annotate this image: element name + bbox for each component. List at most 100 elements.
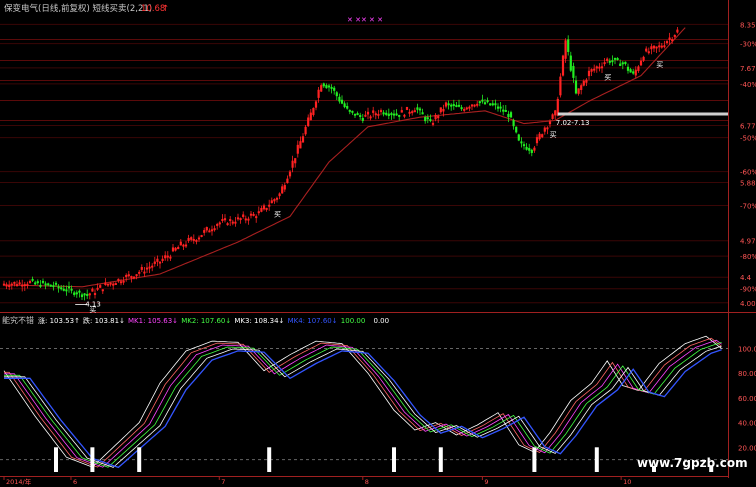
indicator-axis-label: 20.00: [738, 444, 756, 452]
candle-body: [301, 136, 305, 143]
candle-body: [486, 100, 489, 103]
price-axis-label: 6.77: [740, 123, 756, 131]
price-axis-label: 4.4: [740, 274, 752, 282]
indicator-axis-label: 80.00: [738, 370, 756, 378]
candle-body: [507, 113, 510, 118]
candle-body: [143, 271, 146, 274]
candle-body: [522, 144, 526, 147]
candle-body: [275, 197, 279, 200]
candle-body: [231, 221, 234, 224]
candle-body: [665, 41, 669, 44]
candle-body: [122, 280, 125, 283]
chart-title: 保变电气(日线,前复权) 短线买卖(2,21): [4, 3, 152, 14]
buy-marker: 买: [550, 131, 557, 139]
candle-body: [312, 107, 315, 115]
candle-body: [99, 285, 102, 288]
indicator-value: 100.00: [341, 317, 366, 325]
indicator-value: 跌: 103.81↓: [83, 316, 125, 325]
price-axis-label: -80%: [740, 253, 756, 261]
candle-body: [580, 85, 583, 91]
candle-body: [426, 117, 429, 120]
candle-body: [372, 110, 375, 113]
candle-body: [62, 288, 65, 291]
resistance-line: [557, 112, 728, 116]
candle-body: [333, 87, 336, 91]
candle-body: [348, 109, 351, 112]
candle-body: [288, 171, 292, 177]
candle-body: [156, 258, 159, 262]
candle-body: [489, 103, 492, 106]
candle-body: [190, 237, 193, 240]
candle-body: [437, 115, 440, 119]
candle-body: [330, 86, 333, 89]
indicator-value: 0.00: [374, 317, 390, 325]
candle-body: [182, 244, 185, 247]
candle-body: [86, 294, 89, 296]
price-arrow: ↑: [162, 4, 169, 14]
candle-body: [304, 126, 307, 135]
candle-body: [221, 219, 224, 221]
candle-body: [353, 113, 357, 116]
candle-body: [158, 261, 162, 264]
candle-body: [257, 211, 260, 214]
candle-body: [343, 103, 346, 108]
candle-body: [392, 113, 396, 116]
candle-body: [465, 107, 468, 110]
candle-body: [359, 115, 362, 117]
time-axis-label: 6: [73, 478, 77, 486]
indicator-value: MK3: 108.34↓: [234, 317, 284, 325]
candle-body: [281, 186, 284, 194]
candle-body: [23, 284, 26, 287]
candle-body: [265, 207, 268, 210]
chart-canvas: 7.02-7.134.13买买买买买 保变电气(日线,前复权) 短线买卖(2,2…: [0, 0, 756, 487]
candle-body: [36, 281, 39, 284]
candle-body: [564, 40, 567, 59]
candle-body: [179, 241, 182, 246]
candle-body: [470, 104, 474, 107]
candle-body: [260, 208, 263, 212]
candle-body: [244, 218, 247, 221]
chart-window: 7.02-7.13 4.13 买买买买买 保变电气(日线,前复权) 短线买卖(2,2…: [0, 0, 756, 487]
candle-body: [457, 104, 461, 107]
price-axis-label: -40%: [740, 81, 756, 89]
candle-body: [216, 223, 219, 226]
candle-body: [299, 141, 302, 149]
candle-body: [218, 222, 221, 225]
candle-body: [418, 108, 422, 111]
candle-body: [80, 294, 84, 297]
candle-body: [203, 230, 206, 233]
candle-body: [18, 282, 21, 285]
candle-body: [112, 283, 115, 286]
candle-body: [145, 267, 149, 270]
candle-body: [621, 62, 624, 65]
candle-body: [460, 107, 463, 110]
candle-body: [117, 278, 120, 281]
candle-body: [252, 213, 255, 216]
candle-body: [234, 221, 237, 224]
candle-body: [88, 293, 91, 296]
indicator-axis-label: 40.00: [738, 420, 756, 428]
buy-marker: 买: [604, 74, 611, 82]
candle-body: [634, 69, 637, 76]
candle-body: [520, 141, 523, 144]
candle-body: [387, 113, 390, 116]
candle-body: [135, 274, 138, 277]
candle-body: [569, 55, 572, 71]
candle-body: [26, 283, 29, 286]
candle-body: [174, 247, 177, 251]
time-axis-label: 9: [484, 478, 488, 486]
candle-body: [125, 275, 128, 277]
candle-body: [83, 293, 86, 296]
indicator-value: MK4: 107.60↓: [288, 317, 338, 325]
candle-body: [405, 106, 409, 110]
candle-body: [223, 218, 227, 221]
candle-body: [554, 110, 557, 116]
candle-body: [496, 106, 500, 109]
candle-body: [236, 217, 240, 220]
candle-body: [551, 114, 554, 119]
price-axis-label: -30%: [740, 41, 756, 49]
candle-body: [356, 113, 359, 116]
candle-body: [286, 178, 289, 184]
candle-body: [650, 46, 653, 50]
candle-body: [476, 103, 479, 106]
